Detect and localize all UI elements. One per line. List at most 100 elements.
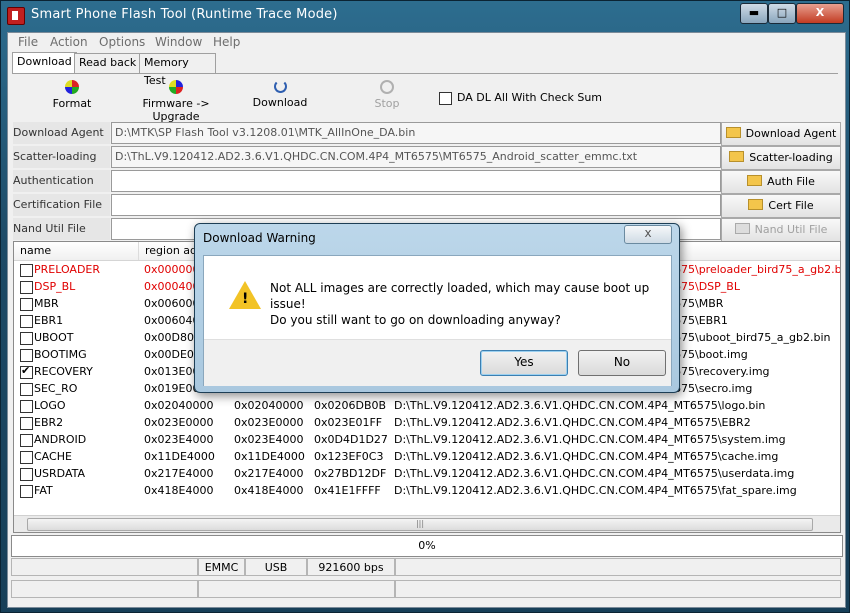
cell-location: 675\MBR <box>674 297 724 310</box>
table-row[interactable]: ANDROID 0x023E4000 0x023E4000 0x0D4D1D27 D:\… <box>14 431 840 448</box>
tab-read-back[interactable]: Read back <box>74 53 142 73</box>
cell-location: D:\ThL.V9.120412.AD2.3.6.V1.QHDC.CN.COM.… <box>394 467 795 480</box>
menu-action[interactable]: Action <box>50 35 88 49</box>
download-warning-dialog: Download Warning x ! Not ALL images are … <box>194 223 680 393</box>
row-checkbox[interactable] <box>20 281 33 294</box>
table-row[interactable]: CACHE 0x11DE4000 0x11DE4000 0x123EF0C3 D:\Th… <box>14 448 840 465</box>
cell-begin-addr: 0x11DE4000 <box>144 450 215 463</box>
menu-file[interactable]: File <box>18 35 38 49</box>
cell-name: MBR <box>34 297 59 310</box>
cert-file-button[interactable]: Cert File <box>721 194 841 218</box>
auth-input[interactable] <box>111 170 721 192</box>
row-checkbox[interactable] <box>20 332 33 345</box>
cell-location: 675\EBR1 <box>674 314 728 327</box>
download-agent-label: Download Agent <box>13 122 110 144</box>
menu-bar: File Action Options Window Help <box>8 33 845 52</box>
dialog-close-button[interactable]: x <box>624 225 672 244</box>
table-row[interactable]: LOGO 0x02040000 0x02040000 0x0206DB0B D:\ThL… <box>14 397 840 414</box>
row-checkbox[interactable] <box>20 315 33 328</box>
cell-location: 675\recovery.img <box>674 365 770 378</box>
cell-begin-addr: 0x02040000 <box>144 399 214 412</box>
row-checkbox[interactable] <box>20 400 33 413</box>
cell-begin-addr: 0x418E4000 <box>144 484 214 497</box>
cell-start-addr: 0x217E4000 <box>234 467 304 480</box>
menu-help[interactable]: Help <box>213 35 240 49</box>
scatter-input[interactable]: D:\ThL.V9.120412.AD2.3.6.V1.QHDC.CN.COM.… <box>111 146 721 168</box>
maximize-button[interactable]: □ <box>768 3 796 24</box>
cell-name: SEC_RO <box>34 382 78 395</box>
tab-memory-test[interactable]: Memory Test <box>139 53 216 87</box>
cell-location: 675\uboot_bird75_a_gb2.bin <box>674 331 831 344</box>
auth-file-button-label: Auth File <box>767 175 815 188</box>
firmware-upgrade-label: Firmware -> Upgrade <box>142 97 210 123</box>
scrollbar-thumb[interactable]: ||| <box>27 518 813 531</box>
row-checkbox[interactable] <box>20 434 33 447</box>
download-agent-input[interactable]: D:\MTK\SP Flash Tool v3.1208.01\MTK_AllI… <box>111 122 721 144</box>
format-button[interactable]: Format <box>42 80 102 110</box>
status-cell-empty-3 <box>11 580 198 598</box>
row-checkbox[interactable] <box>20 349 33 362</box>
row-checkbox[interactable] <box>20 264 33 277</box>
format-icon <box>65 80 79 94</box>
close-button[interactable]: X <box>796 3 844 24</box>
cert-file-button-label: Cert File <box>768 199 814 212</box>
table-row[interactable]: USRDATA 0x217E4000 0x217E4000 0x27BD12DF D:\… <box>14 465 840 482</box>
checksum-checkbox[interactable] <box>439 91 452 105</box>
scatter-button[interactable]: Scatter-loading <box>721 146 841 170</box>
status-cell-empty-1 <box>11 558 198 576</box>
table-row[interactable]: EBR2 0x023E0000 0x023E0000 0x023E01FF D:\ThL… <box>14 414 840 431</box>
cell-end-addr: 0x023E01FF <box>314 416 383 429</box>
firmware-upgrade-icon <box>169 80 183 94</box>
nand-util-button[interactable]: Nand Util File <box>721 218 841 242</box>
nand-label: Nand Util File <box>13 218 110 240</box>
auth-file-button[interactable]: Auth File <box>721 170 841 194</box>
stop-button[interactable]: Stop <box>362 80 412 110</box>
horizontal-scrollbar[interactable]: ||| <box>14 515 840 532</box>
dialog-message-line2: Do you still want to go on downloading a… <box>270 313 561 327</box>
scatter-button-label: Scatter-loading <box>749 151 833 164</box>
cert-input[interactable] <box>111 194 721 216</box>
column-name[interactable]: name <box>14 242 139 260</box>
status-storage: EMMC <box>198 558 245 576</box>
folder-icon <box>748 199 764 210</box>
title-bar: Smart Phone Flash Tool (Runtime Trace Mo… <box>1 1 849 31</box>
row-checkbox[interactable] <box>20 451 33 464</box>
cell-location: 675\preloader_bird75_a_gb2.bin <box>674 263 841 276</box>
cert-label: Certification File <box>13 194 110 216</box>
row-checkbox[interactable] <box>20 468 33 481</box>
row-checkbox[interactable] <box>20 417 33 430</box>
row-checkbox[interactable] <box>20 485 33 498</box>
status-baud: 921600 bps <box>307 558 395 576</box>
menu-options[interactable]: Options <box>99 35 145 49</box>
window-title: Smart Phone Flash Tool (Runtime Trace Mo… <box>31 7 338 22</box>
download-button[interactable]: Download <box>250 80 310 109</box>
yes-button[interactable]: Yes <box>480 350 568 376</box>
no-button[interactable]: No <box>578 350 666 376</box>
checksum-option[interactable]: DA DL All With Check Sum <box>439 91 602 105</box>
row-checkbox[interactable] <box>20 298 33 311</box>
status-cell-empty-2 <box>395 558 841 576</box>
cell-name: RECOVERY <box>34 365 93 378</box>
stop-label: Stop <box>374 97 400 110</box>
minimize-button[interactable]: ▬ <box>740 3 768 24</box>
row-checkbox[interactable] <box>20 383 33 396</box>
row-checkbox[interactable] <box>20 364 33 379</box>
stop-icon <box>380 80 394 94</box>
format-label: Format <box>52 97 92 110</box>
table-row[interactable]: FAT 0x418E4000 0x418E4000 0x41E1FFFF D:\ThL.… <box>14 482 840 499</box>
dialog-message: Not ALL images are correctly loaded, whi… <box>270 280 671 328</box>
firmware-upgrade-button[interactable]: Firmware -> Upgrade <box>120 80 232 123</box>
dialog-footer: Yes No <box>204 339 671 386</box>
checksum-label: DA DL All With Check Sum <box>457 91 603 104</box>
toolbar: Format Firmware -> Upgrade Download Stop… <box>12 73 838 123</box>
folder-icon <box>725 127 741 138</box>
nand-util-button-label: Nand Util File <box>754 223 828 236</box>
folder-icon <box>729 151 745 162</box>
cell-name: PRELOADER <box>34 263 101 276</box>
download-arrow-icon <box>273 80 287 93</box>
download-agent-button[interactable]: Download Agent <box>721 122 841 146</box>
menu-window[interactable]: Window <box>155 35 202 49</box>
tab-download[interactable]: Download <box>12 52 77 74</box>
cell-begin-addr: 0x023E0000 <box>144 416 214 429</box>
auth-label: Authentication File <box>13 170 110 209</box>
